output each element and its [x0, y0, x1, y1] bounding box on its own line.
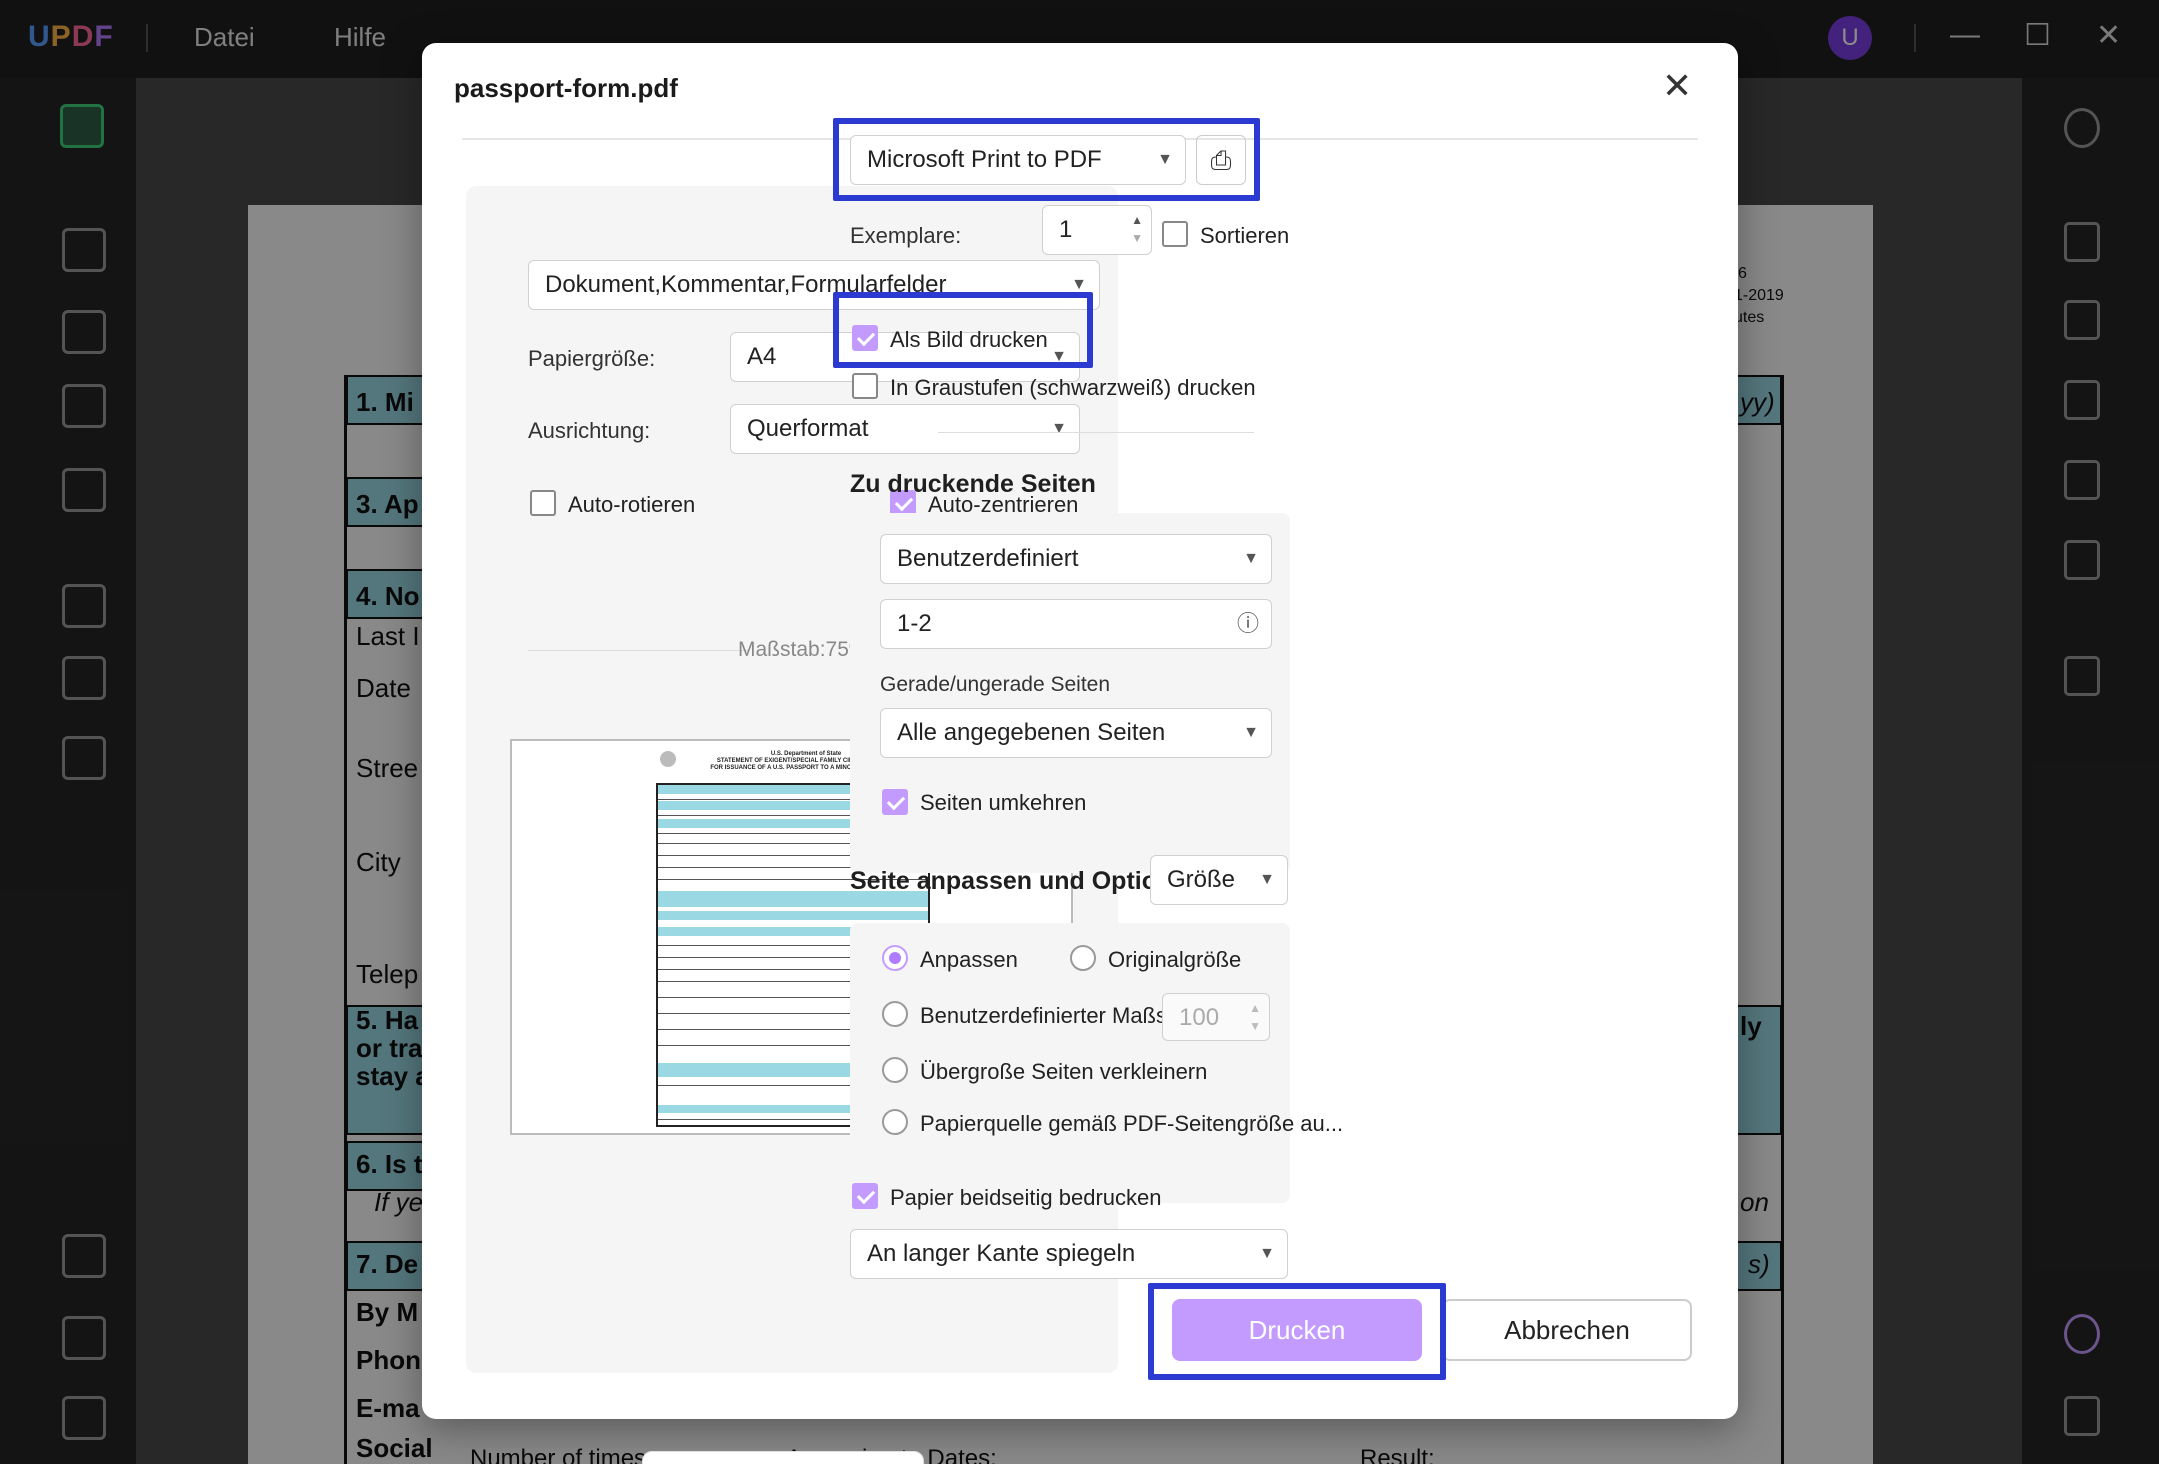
- page-range-value: 1-2: [897, 610, 932, 637]
- odd-even-label: Gerade/ungerade Seiten: [880, 673, 1111, 696]
- fit-mode-value: Größe: [1167, 866, 1236, 893]
- duplex-label: Papier beidseitig bedrucken: [890, 1185, 1162, 1210]
- custom-scale-radio[interactable]: [882, 1001, 908, 1027]
- duplex-checkbox[interactable]: [852, 1183, 878, 1209]
- chevron-down-icon: ▼: [1243, 550, 1259, 567]
- chevron-down-icon: ▼: [1051, 420, 1067, 437]
- chevron-down-icon: ▼: [1243, 724, 1259, 741]
- paper-source-radio[interactable]: [882, 1109, 908, 1135]
- content-select[interactable]: Dokument,Kommentar,Formularfelder ▼: [528, 260, 1100, 310]
- collate-label: Sortieren: [1200, 223, 1290, 248]
- pages-header: Zu druckende Seiten: [850, 470, 1096, 498]
- shrink-oversized-label: Übergroße Seiten verkleinern: [920, 1059, 1208, 1084]
- printer-select[interactable]: Microsoft Print to PDF ▼: [850, 135, 1186, 185]
- fit-header: Seite anpassen und Optionen: [850, 867, 1202, 895]
- auto-rotate-label: Auto-rotieren: [568, 492, 696, 517]
- preview-row: [658, 911, 928, 920]
- divider: [938, 432, 1254, 433]
- print-as-image-label: Als Bild drucken: [890, 327, 1048, 352]
- duplex-mode-value: An langer Kante spiegeln: [867, 1240, 1136, 1267]
- stepper-down-icon[interactable]: ▼: [1249, 1002, 1261, 1050]
- print-dialog: passport-form.pdf ✕ Dokument,Kommentar,F…: [422, 43, 1738, 1464]
- fit-option-radio[interactable]: [882, 945, 908, 971]
- orientation-value: Querformat: [747, 415, 869, 442]
- page-range-input[interactable]: 1-2 ⓘ: [880, 599, 1272, 649]
- divider: [528, 650, 748, 651]
- printer-value: Microsoft Print to PDF: [867, 146, 1102, 173]
- grayscale-checkbox[interactable]: [852, 373, 878, 399]
- print-as-image-checkbox[interactable]: [852, 325, 878, 351]
- paper-source-label: Papierquelle gemäß PDF-Seitengröße au...: [920, 1111, 1344, 1136]
- chevron-down-icon: ▼: [1051, 348, 1067, 365]
- grayscale-label: In Graustufen (schwarzweiß) drucken: [890, 375, 1256, 400]
- chevron-down-icon: ▼: [1157, 151, 1173, 168]
- collate-checkbox[interactable]: [1162, 221, 1188, 247]
- original-size-radio[interactable]: [1070, 945, 1096, 971]
- custom-scale-value: 100: [1179, 1004, 1220, 1031]
- paper-size-label: Papiergröße:: [528, 346, 656, 371]
- pages-mode-value: Benutzerdefiniert: [897, 545, 1079, 572]
- pages-mode-select[interactable]: Benutzerdefiniert ▼: [880, 534, 1272, 584]
- cancel-button[interactable]: Abbrechen: [1442, 1299, 1692, 1361]
- copies-input[interactable]: 1 ▲ ▼: [1042, 205, 1152, 255]
- help-icon[interactable]: ⓘ: [1237, 600, 1259, 648]
- fit-option-label: Anpassen: [920, 947, 1018, 972]
- orientation-label: Ausrichtung:: [528, 418, 651, 443]
- paper-size-value: A4: [747, 343, 777, 370]
- chevron-down-icon: ▼: [1259, 871, 1275, 888]
- page-navigator: ⇤ « 1 / 2 » ⇥: [642, 1451, 924, 1464]
- odd-even-value: Alle angegebenen Seiten: [897, 719, 1166, 746]
- orientation-select[interactable]: Querformat ▼: [730, 404, 1080, 454]
- seal-icon: [660, 751, 676, 767]
- custom-scale-input[interactable]: 100 ▲ ▼: [1162, 993, 1270, 1041]
- stepper-down-icon[interactable]: ▼: [1131, 214, 1143, 262]
- fit-mode-select[interactable]: Größe ▼: [1150, 855, 1288, 905]
- copies-value: 1: [1059, 216, 1073, 243]
- copies-label: Exemplare:: [850, 223, 962, 248]
- content-select-value: Dokument,Kommentar,Formularfelder: [545, 271, 947, 298]
- reverse-pages-checkbox[interactable]: [882, 789, 908, 815]
- dialog-title: passport-form.pdf: [454, 73, 678, 103]
- scale-label: Maßstab:75%: [738, 638, 868, 661]
- odd-even-select[interactable]: Alle angegebenen Seiten ▼: [880, 708, 1272, 758]
- auto-rotate-checkbox[interactable]: [530, 490, 556, 516]
- chevron-down-icon: ▼: [1259, 1245, 1275, 1262]
- close-icon[interactable]: ✕: [1662, 65, 1692, 107]
- reverse-pages-label: Seiten umkehren: [920, 790, 1087, 815]
- duplex-mode-select[interactable]: An langer Kante spiegeln ▼: [850, 1229, 1288, 1279]
- original-size-label: Originalgröße: [1108, 947, 1242, 972]
- printer-properties-icon[interactable]: ⎙: [1196, 135, 1246, 185]
- print-button[interactable]: Drucken: [1172, 1299, 1422, 1361]
- shrink-oversized-radio[interactable]: [882, 1057, 908, 1083]
- chevron-down-icon: ▼: [1071, 276, 1087, 293]
